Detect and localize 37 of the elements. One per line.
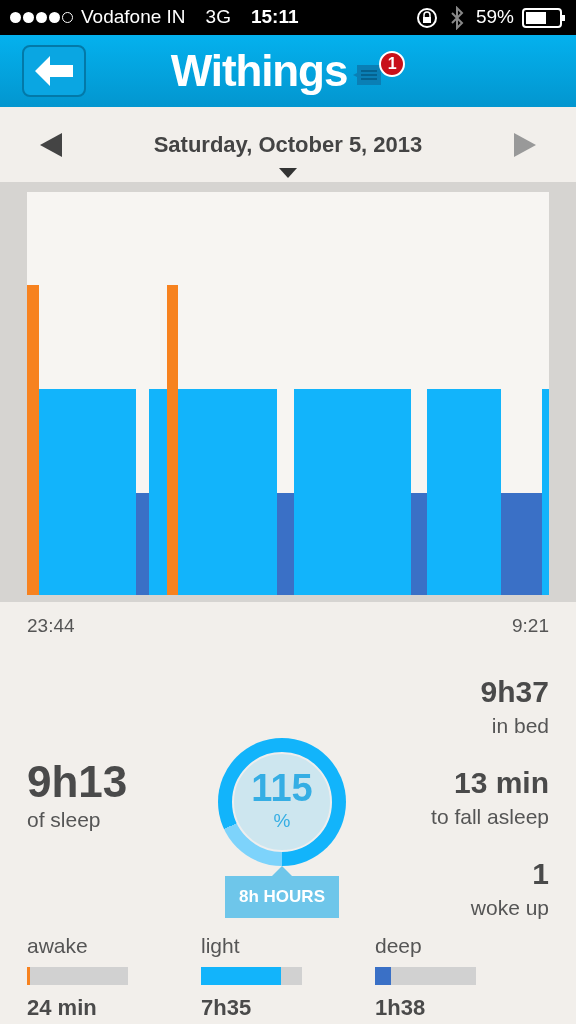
right-triangle-icon — [514, 132, 536, 157]
left-triangle-icon — [40, 132, 62, 157]
down-caret-icon — [279, 168, 297, 178]
sleep-duration: 9h13 — [27, 760, 129, 805]
clock: 15:11 — [250, 5, 299, 30]
goal-label: 8h HOURS — [225, 876, 339, 918]
messages-button[interactable]: 1 — [353, 51, 406, 92]
sleep-label: of sleep — [27, 807, 102, 834]
phase-label: deep — [375, 932, 423, 959]
date-label: Saturday, October 5, 2013 — [153, 131, 423, 160]
goal-percent: 115 — [251, 769, 313, 807]
left-arrow-icon — [35, 56, 73, 87]
battery-percent: 59% — [475, 5, 514, 30]
network-type: 3G — [205, 5, 231, 30]
app-title: Withings — [170, 45, 348, 98]
phase-duration: 7h35 — [201, 994, 253, 1022]
phase-label: awake — [27, 932, 89, 959]
stat-label: woke up — [470, 895, 549, 921]
end-time: 9:21 — [512, 614, 549, 638]
previous-day-button[interactable] — [40, 132, 62, 157]
phase-duration: 24 min — [27, 994, 98, 1022]
notification-badge: 1 — [379, 51, 406, 78]
stat-label: to fall asleep — [431, 804, 549, 830]
percent-sign: % — [273, 809, 291, 833]
carrier: Vodafone IN — [81, 5, 186, 30]
message-list-icon — [353, 63, 384, 88]
start-time: 23:44 — [27, 614, 75, 638]
bluetooth-icon — [449, 5, 464, 30]
rotation-lock-icon — [415, 6, 438, 29]
stat-value: 9h37 — [480, 673, 549, 710]
phase-duration: 1h38 — [375, 994, 427, 1022]
battery-icon — [522, 7, 566, 28]
stat-label: in bed — [491, 713, 549, 739]
stat-value: 13 min — [453, 764, 549, 801]
back-button[interactable] — [22, 45, 86, 98]
phase-label: light — [201, 932, 241, 959]
stat-value: 1 — [532, 855, 549, 892]
